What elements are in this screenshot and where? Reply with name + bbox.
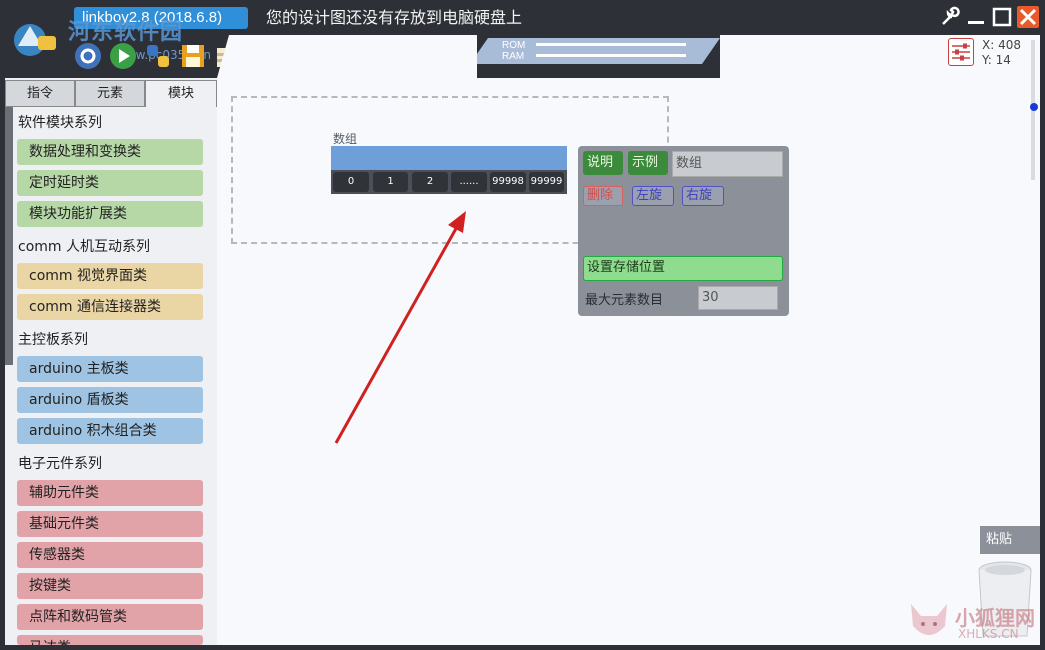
array-cell: 0 bbox=[333, 172, 369, 192]
sidebar-tabs: 指令 元素 模块 bbox=[5, 78, 217, 107]
array-cell: 1 bbox=[373, 172, 408, 192]
paste-button[interactable]: 粘贴 bbox=[980, 526, 1040, 554]
array-module-label: 数组 bbox=[333, 130, 357, 147]
sidebar-item-module-extension[interactable]: 模块功能扩展类 bbox=[17, 201, 203, 227]
window-controls bbox=[939, 6, 1039, 28]
array-cell: 99999 bbox=[529, 172, 564, 192]
bottom-watermark-url: XHLKS.CN bbox=[958, 627, 1019, 641]
tab-modules[interactable]: 模块 bbox=[145, 80, 217, 107]
coord-x: X: 408 bbox=[982, 38, 1021, 52]
run-icon[interactable] bbox=[107, 40, 138, 71]
app-logo-icon bbox=[8, 16, 62, 62]
sidebar-item-buttons[interactable]: 按键类 bbox=[17, 573, 203, 599]
tab-instructions[interactable]: 指令 bbox=[5, 80, 75, 107]
sidebar-item-timer-delay[interactable]: 定时延时类 bbox=[17, 170, 203, 196]
delete-button[interactable]: 删除 bbox=[583, 186, 623, 206]
save-status-message: 您的设计图还没有存放到电脑硬盘上 bbox=[266, 7, 522, 29]
example-button[interactable]: 示例 bbox=[628, 151, 668, 175]
sidebar-scrollbar[interactable] bbox=[5, 107, 13, 365]
sliders-icon[interactable] bbox=[948, 38, 974, 66]
module-name-field[interactable]: 数组 bbox=[672, 151, 783, 177]
minimize-icon[interactable] bbox=[965, 6, 987, 28]
python-icon[interactable] bbox=[142, 40, 173, 71]
array-cell: ...... bbox=[451, 172, 487, 192]
close-icon[interactable] bbox=[1017, 6, 1039, 28]
section-software-modules: 软件模块系列 bbox=[18, 112, 102, 132]
module-sidebar: 指令 元素 模块 软件模块系列 数据处理和变换类 定时延时类 模块功能扩展类 c… bbox=[5, 78, 217, 645]
sidebar-item-arduino-board[interactable]: arduino 主板类 bbox=[17, 356, 203, 382]
properties-panel: 说明 示例 数组 删除 左旋 右旋 设置存储位置 最大元素数目 30 bbox=[578, 146, 789, 316]
section-comm-interaction: comm 人机互动系列 bbox=[18, 236, 150, 256]
canvas-top-left bbox=[217, 35, 477, 78]
max-elements-label: 最大元素数目 bbox=[585, 289, 663, 308]
array-module[interactable]: 0 1 2 ...... 99998 99999 bbox=[331, 146, 567, 194]
rotate-right-button[interactable]: 右旋 bbox=[682, 186, 724, 206]
sidebar-item-arduino-blocks[interactable]: arduino 积木组合类 bbox=[17, 418, 203, 444]
coord-y: Y: 14 bbox=[982, 53, 1011, 67]
sidebar-item-arduino-shield[interactable]: arduino 盾板类 bbox=[17, 387, 203, 413]
sidebar-item-data-processing[interactable]: 数据处理和变换类 bbox=[17, 139, 203, 165]
scroll-thumb[interactable] bbox=[1030, 103, 1038, 111]
sidebar-item-basic-components[interactable]: 基础元件类 bbox=[17, 511, 203, 537]
maximize-icon[interactable] bbox=[991, 6, 1013, 28]
array-cell: 2 bbox=[412, 172, 448, 192]
settings-icon[interactable] bbox=[72, 40, 103, 71]
save-icon[interactable] bbox=[177, 40, 208, 71]
annotation-arrow bbox=[330, 205, 480, 450]
ram-label: RAM bbox=[502, 51, 524, 62]
sidebar-item-matrix-display[interactable]: 点阵和数码管类 bbox=[17, 604, 203, 630]
explain-button[interactable]: 说明 bbox=[583, 151, 623, 175]
memory-meter: ROM RAM bbox=[470, 38, 720, 64]
sidebar-item-comm-connector[interactable]: comm 通信连接器类 bbox=[17, 294, 203, 320]
max-elements-input[interactable]: 30 bbox=[698, 286, 778, 310]
sidebar-item-sensors[interactable]: 传感器类 bbox=[17, 542, 203, 568]
sidebar-item-comm-visual[interactable]: comm 视觉界面类 bbox=[17, 263, 203, 289]
array-cell: 99998 bbox=[490, 172, 526, 192]
rom-label: ROM bbox=[502, 40, 525, 51]
tab-elements[interactable]: 元素 bbox=[75, 80, 145, 107]
sidebar-item-motors[interactable]: 马达类 bbox=[17, 635, 203, 645]
rotate-left-button[interactable]: 左旋 bbox=[632, 186, 674, 206]
section-electronic-components: 电子元件系列 bbox=[18, 453, 102, 473]
set-storage-location-button[interactable]: 设置存储位置 bbox=[583, 256, 783, 281]
section-main-board: 主控板系列 bbox=[18, 329, 88, 349]
sidebar-item-auxiliary[interactable]: 辅助元件类 bbox=[17, 480, 203, 506]
wrench-icon[interactable] bbox=[939, 6, 961, 28]
